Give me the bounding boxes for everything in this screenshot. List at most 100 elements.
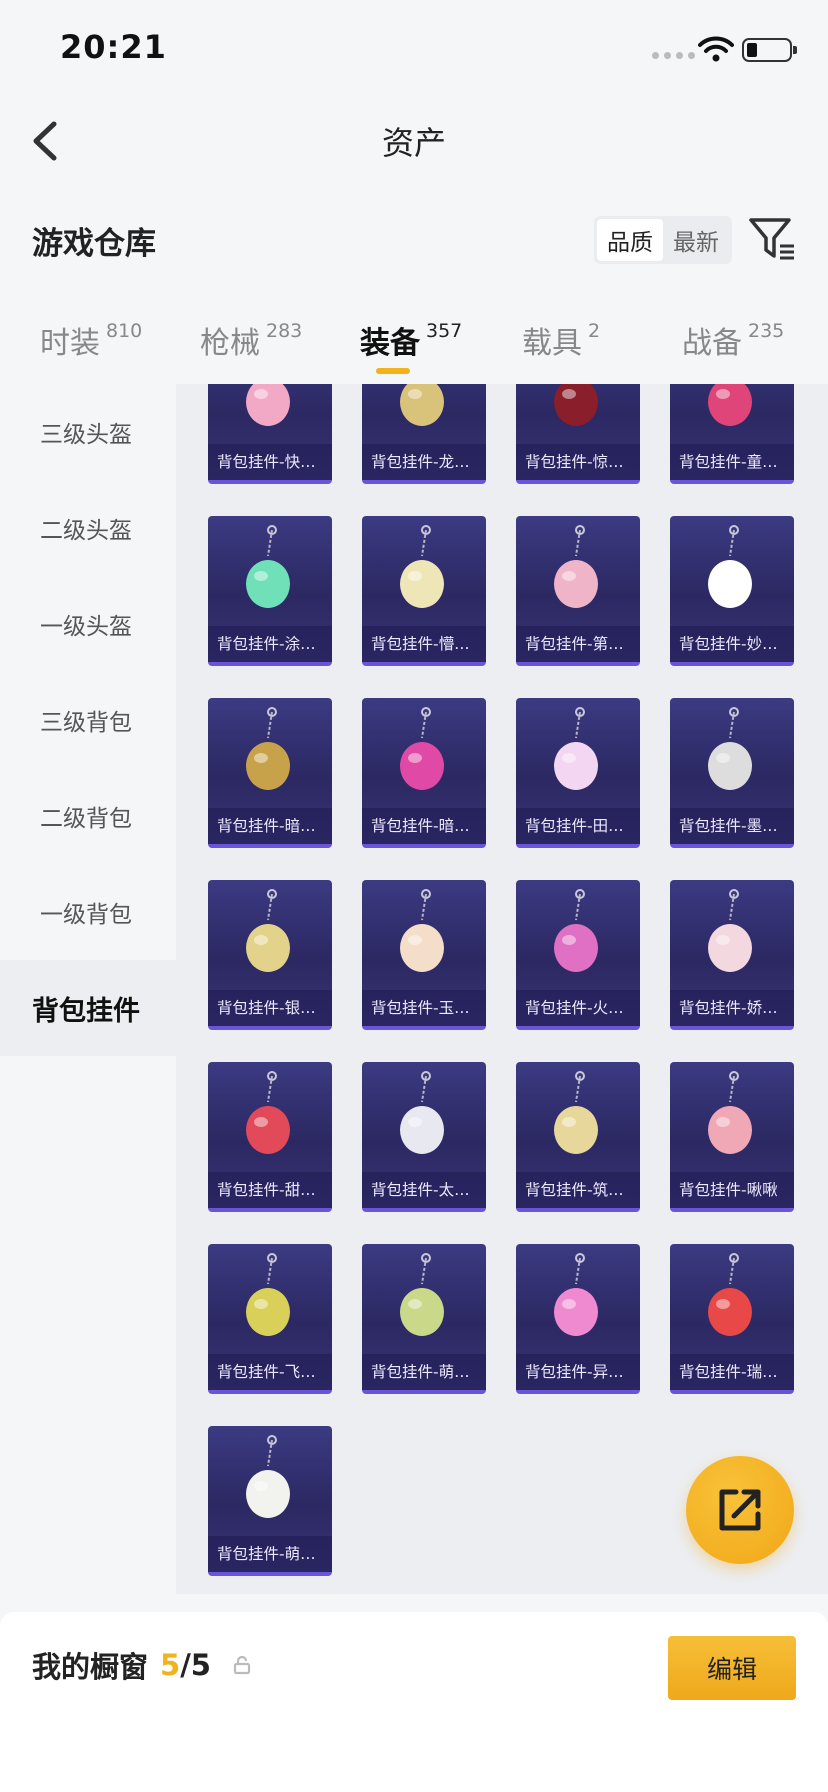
sidebar-item-helmet-lv3[interactable]: 三级头盔	[0, 384, 176, 480]
showcase-bar: 我的橱窗 5 /5 编辑	[0, 1612, 828, 1792]
sidebar-item-helmet-lv1[interactable]: 一级头盔	[0, 576, 176, 672]
tab-label: 装备	[360, 326, 420, 361]
item-card[interactable]: 背包挂件-火…	[516, 880, 640, 1030]
sort-option-quality[interactable]: 品质	[597, 219, 663, 261]
item-card[interactable]: 背包挂件-甜…	[208, 1062, 332, 1212]
rocket-charm-icon	[554, 889, 598, 972]
sort-toggle[interactable]: 品质 最新	[594, 216, 732, 264]
sort-option-newest[interactable]: 最新	[663, 219, 729, 261]
brush-charm-icon	[708, 707, 752, 790]
showcase-total-count: /5	[180, 1648, 211, 1682]
pink-cat-charm-icon	[708, 1071, 752, 1154]
item-card[interactable]: 背包挂件-太…	[362, 1062, 486, 1212]
cellular-signal-icon	[652, 52, 695, 59]
item-name: 背包挂件-田…	[516, 808, 640, 844]
active-tab-indicator	[376, 368, 410, 374]
tab-vehicles[interactable]: 载具 2	[522, 318, 600, 362]
roller-skate-charm-icon	[554, 1253, 598, 1336]
tab-label: 时装	[40, 326, 100, 361]
item-name: 背包挂件-涂…	[208, 626, 332, 662]
showcase-info: 我的橱窗 5 /5	[32, 1644, 251, 1686]
item-card[interactable]: 背包挂件-墨…	[670, 698, 794, 848]
item-card[interactable]: 背包挂件-银…	[208, 880, 332, 1030]
item-card[interactable]: 背包挂件-娇…	[670, 880, 794, 1030]
item-name: 背包挂件-娇…	[670, 990, 794, 1026]
astronaut-charm-icon	[400, 1071, 444, 1154]
tab-label: 枪械	[200, 326, 260, 361]
item-card[interactable]: 背包挂件-萌…	[362, 1244, 486, 1394]
item-card[interactable]: 背包挂件-暗…	[208, 698, 332, 848]
paw-charm-icon	[246, 1071, 290, 1154]
item-name: 背包挂件-墨…	[670, 808, 794, 844]
item-name: 背包挂件-童…	[670, 444, 794, 480]
rice-dumpling-charm-icon	[400, 1253, 444, 1336]
tab-battle-gear[interactable]: 战备 235	[682, 318, 784, 362]
page-title: 资产	[381, 124, 446, 162]
lion-mask-charm-icon	[400, 384, 444, 426]
item-name: 背包挂件-懵…	[362, 626, 486, 662]
tab-count: 810	[106, 320, 143, 342]
item-name: 背包挂件-瑞…	[670, 1354, 794, 1390]
sidebar-item-backpack-lv1[interactable]: 一级背包	[0, 864, 176, 960]
item-card[interactable]: 背包挂件-妙…	[670, 516, 794, 666]
item-name: 背包挂件-飞…	[208, 1354, 332, 1390]
filter-icon[interactable]	[748, 216, 796, 262]
share-button[interactable]	[686, 1456, 794, 1564]
item-name: 背包挂件-异…	[516, 1354, 640, 1390]
item-card[interactable]: 背包挂件-涂…	[208, 516, 332, 666]
item-card[interactable]: 背包挂件-玉…	[362, 880, 486, 1030]
item-card[interactable]: 背包挂件-童…	[670, 384, 794, 484]
status-time: 20:21	[60, 28, 167, 66]
tab-count: 357	[426, 320, 463, 342]
sidebar-item-helmet-lv2[interactable]: 二级头盔	[0, 480, 176, 576]
edit-button[interactable]: 编辑	[668, 1636, 796, 1700]
tab-firearms[interactable]: 枪械 283	[200, 318, 302, 362]
item-card[interactable]: 背包挂件-快…	[208, 384, 332, 484]
tab-equipment[interactable]: 装备 357	[360, 318, 462, 362]
tab-count: 283	[266, 320, 303, 342]
wifi-icon	[698, 36, 734, 62]
item-name: 背包挂件-暗…	[208, 808, 332, 844]
item-card[interactable]: 背包挂件-筑…	[516, 1062, 640, 1212]
green-swirl-charm-icon	[246, 525, 290, 608]
tab-label: 战备	[682, 326, 742, 361]
status-bar: 20:21	[0, 0, 828, 100]
item-name: 背包挂件-妙…	[670, 626, 794, 662]
item-card[interactable]: 背包挂件-萌…	[208, 1426, 332, 1576]
item-name: 背包挂件-第…	[516, 626, 640, 662]
share-icon	[719, 1489, 761, 1531]
tab-count: 235	[748, 320, 785, 342]
item-name: 背包挂件-啾啾	[670, 1172, 794, 1208]
sidebar-item-backpack-lv3[interactable]: 三级背包	[0, 672, 176, 768]
item-name: 背包挂件-火…	[516, 990, 640, 1026]
item-card[interactable]: 背包挂件-暗…	[362, 698, 486, 848]
item-card[interactable]: 背包挂件-瑞…	[670, 1244, 794, 1394]
tab-fashion[interactable]: 时装 810	[40, 318, 142, 362]
tab-count: 2	[588, 320, 601, 342]
flower-charm-icon	[708, 525, 752, 608]
sidebar-item-backpack-charm[interactable]: 背包挂件	[0, 960, 176, 1056]
item-card[interactable]: 背包挂件-啾啾	[670, 1062, 794, 1212]
sidebar-item-backpack-lv2[interactable]: 二级背包	[0, 768, 176, 864]
rabbit-charm-icon	[400, 889, 444, 972]
category-tabs: 时装 810 枪械 283 装备 357 载具 2 战备 235	[0, 300, 828, 380]
item-name: 背包挂件-快…	[208, 444, 332, 480]
lock-icon	[233, 1655, 251, 1675]
item-card[interactable]: 背包挂件-惊…	[516, 384, 640, 484]
item-name: 背包挂件-银…	[208, 990, 332, 1026]
item-card[interactable]: 背包挂件-第…	[516, 516, 640, 666]
item-card[interactable]: 背包挂件-飞…	[208, 1244, 332, 1394]
dark-tassel-charm-icon	[246, 707, 290, 790]
winged-orb-charm-icon	[246, 1253, 290, 1336]
item-card[interactable]: 背包挂件-异…	[516, 1244, 640, 1394]
item-card[interactable]: 背包挂件-田…	[516, 698, 640, 848]
item-name: 背包挂件-甜…	[208, 1172, 332, 1208]
butterfly-charm-icon	[554, 1071, 598, 1154]
item-grid: 背包挂件-快… 背包挂件-龙… 背包挂件-惊… 背包挂件-童… 背包挂件-涂… 背包挂件-…	[176, 384, 828, 1594]
leaf-drop-charm-icon	[400, 525, 444, 608]
item-name: 背包挂件-筑…	[516, 1172, 640, 1208]
heart-spade-charm-icon	[708, 384, 752, 426]
sprout-blob-charm-icon	[246, 1435, 290, 1518]
item-card[interactable]: 背包挂件-懵…	[362, 516, 486, 666]
item-card[interactable]: 背包挂件-龙…	[362, 384, 486, 484]
